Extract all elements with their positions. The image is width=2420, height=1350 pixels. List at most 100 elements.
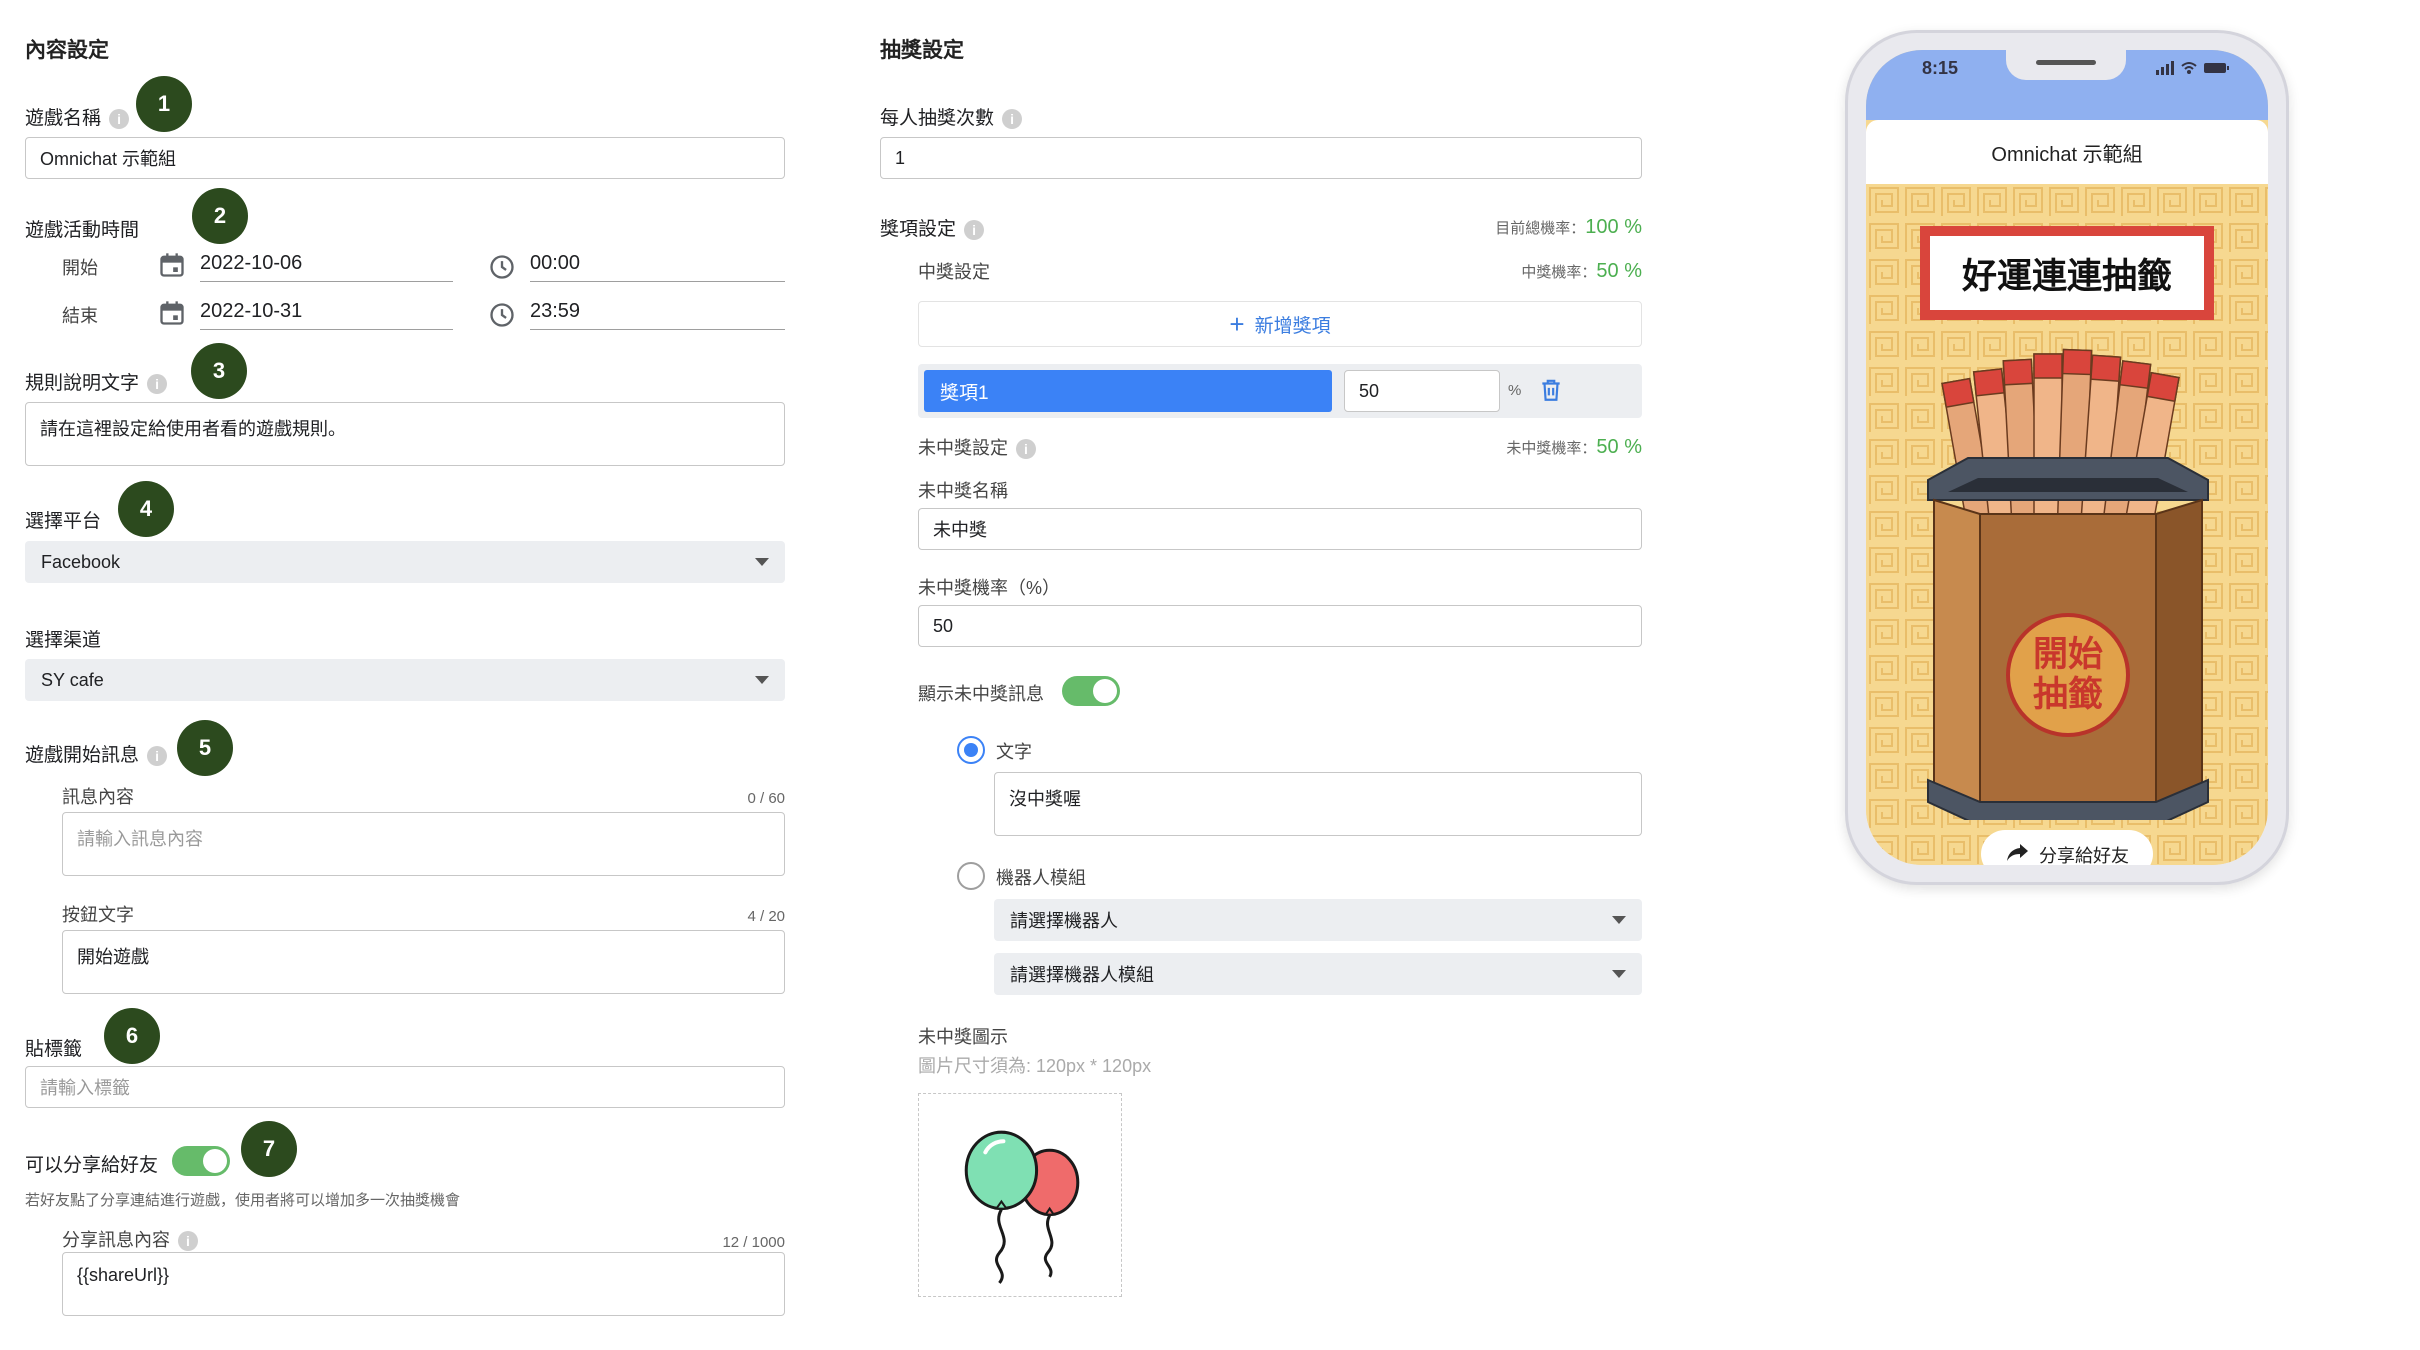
no-prize-rate-label: 未中獎機率： <box>1506 440 1597 457</box>
game-name-label-text: 遊戲名稱 <box>25 108 102 129</box>
total-rate-label: 目前總機率： <box>1495 220 1586 237</box>
start-label: 開始 <box>62 258 98 278</box>
step-badge-1: 1 <box>136 76 192 132</box>
draws-input[interactable]: 1 <box>880 137 1642 179</box>
no-prize-image-label: 未中獎圖示 <box>918 1027 1008 1047</box>
platform-label: 選擇平台 <box>25 511 102 532</box>
bot-module-select[interactable]: 請選擇機器人模組 <box>994 953 1642 995</box>
message-content-label: 訊息內容 <box>62 787 134 807</box>
clock-icon[interactable] <box>488 253 516 281</box>
no-prize-label-text: 未中獎設定 <box>918 438 1008 458</box>
bot-select-placeholder: 請選擇機器人 <box>1010 911 1118 931</box>
status-icons <box>2156 61 2229 75</box>
info-icon[interactable]: i <box>147 373 168 394</box>
channel-select-value: SY cafe <box>41 669 104 690</box>
no-prize-name-label: 未中獎名稱 <box>918 481 1008 501</box>
text-option-radio[interactable] <box>957 736 985 764</box>
status-time: 8:15 <box>1922 58 1959 78</box>
dropdown-arrow-icon <box>755 676 769 684</box>
share-hint: 若好友點了分享連結進行遊戲，使用者將可以增加多一次抽獎機會 <box>25 1192 461 1209</box>
no-prize-label: 未中獎設定 i <box>918 434 1036 460</box>
step-badge-6: 6 <box>104 1008 160 1064</box>
button-text-textarea[interactable]: 開始遊戲 <box>62 930 785 994</box>
trash-icon[interactable] <box>1538 376 1564 404</box>
no-prize-rate: 未中獎機率：50 % <box>1506 436 1642 459</box>
no-prize-rate-field-label: 未中獎機率（%） <box>918 578 1061 598</box>
info-icon[interactable]: i <box>1002 108 1023 129</box>
share-arrow-icon <box>2007 844 2028 861</box>
start-date-input[interactable]: 2022-10-06 <box>200 252 453 282</box>
bot-select[interactable]: 請選擇機器人 <box>994 899 1642 941</box>
dropdown-arrow-icon <box>1612 916 1626 924</box>
end-date-input[interactable]: 2022-10-31 <box>200 300 453 330</box>
add-prize-label: 新增獎項 <box>1254 315 1331 337</box>
end-label: 結束 <box>62 306 98 326</box>
step-badge-2: 2 <box>192 188 248 244</box>
bot-module-select-placeholder: 請選擇機器人模組 <box>1010 965 1154 985</box>
channel-select[interactable]: SY cafe <box>25 659 785 701</box>
info-icon[interactable]: i <box>109 108 130 129</box>
start-time-input[interactable]: 00:00 <box>530 252 785 282</box>
tags-input[interactable]: 請輸入標籤 <box>25 1066 785 1108</box>
lottery-section-title: 抽獎設定 <box>880 39 964 62</box>
add-prize-button[interactable]: + 新增獎項 <box>918 301 1642 347</box>
info-icon[interactable]: i <box>178 1231 198 1252</box>
share-content-textarea[interactable]: {{shareUrl}} <box>62 1252 785 1316</box>
prize-rate-input[interactable]: 50 <box>1344 370 1500 412</box>
share-content-label: 分享訊息內容 i <box>62 1226 198 1252</box>
step-badge-4: 4 <box>118 481 174 537</box>
end-time-input[interactable]: 23:59 <box>530 300 785 330</box>
rules-textarea[interactable]: 請在這裡設定給使用者看的遊戲規則。 <box>25 402 785 466</box>
channel-label: 選擇渠道 <box>25 630 102 651</box>
step-badge-3: 3 <box>191 343 247 399</box>
banner-title: 好運連連抽籤 <box>1930 236 2204 310</box>
calendar-icon[interactable] <box>158 251 186 279</box>
share-content-label-text: 分享訊息內容 <box>62 1230 170 1250</box>
no-prize-rate-value: 50 % <box>1596 436 1642 458</box>
info-icon[interactable]: i <box>147 745 168 766</box>
share-label: 可以分享給好友 <box>25 1155 159 1176</box>
win-rate-label: 中獎機率： <box>1521 264 1597 281</box>
prize-name-input[interactable]: 獎項1 <box>924 370 1332 412</box>
no-prize-text-textarea[interactable]: 沒中獎喔 <box>994 772 1642 836</box>
game-name-input[interactable]: Omnichat 示範組 <box>25 137 785 179</box>
draws-label: 每人抽獎次數 i <box>880 103 1023 130</box>
info-icon[interactable]: i <box>1016 439 1036 460</box>
show-message-label: 顯示未中獎訊息 <box>918 684 1044 704</box>
content-section-title: 內容設定 <box>25 39 109 62</box>
prize-settings-label-text: 獎項設定 <box>880 219 957 240</box>
clock-icon[interactable] <box>488 301 516 329</box>
phone-notch <box>2006 50 2126 80</box>
step-badge-7: 7 <box>241 1121 297 1177</box>
message-content-textarea[interactable]: 請輸入訊息內容 <box>62 812 785 876</box>
bot-option-label: 機器人模組 <box>996 868 1086 888</box>
win-settings-label: 中獎設定 <box>918 262 990 282</box>
no-prize-image-hint: 圖片尺寸須為: 120px * 120px <box>918 1056 1152 1076</box>
info-icon[interactable]: i <box>964 219 985 240</box>
bot-option-radio[interactable] <box>957 862 985 890</box>
calendar-icon[interactable] <box>158 299 186 327</box>
rules-label: 規則說明文字 i <box>25 368 168 395</box>
start-draw-line-1: 開始 <box>2032 635 2103 674</box>
preview-share-button[interactable]: 分享給好友 <box>1981 830 2153 865</box>
start-draw-line-2: 抽籤 <box>2032 675 2103 714</box>
share-toggle[interactable] <box>172 1146 230 1176</box>
show-message-toggle[interactable] <box>1062 676 1120 706</box>
dropdown-arrow-icon <box>1612 970 1626 978</box>
dropdown-arrow-icon <box>755 558 769 566</box>
platform-select-value: Facebook <box>41 551 121 572</box>
button-text-label: 按鈕文字 <box>62 905 134 925</box>
no-prize-name-input[interactable]: 未中獎 <box>918 508 1642 550</box>
rules-label-text: 規則說明文字 <box>25 373 140 394</box>
start-draw-button[interactable]: 開始 抽籤 <box>2008 635 2128 715</box>
button-text-counter: 4 / 20 <box>747 908 785 925</box>
phone-screen: 8:15 Omnichat 示範組 好運連連抽籤 開始 抽籤 分享給好友 <box>1866 50 2268 865</box>
no-prize-image-upload[interactable] <box>918 1093 1122 1297</box>
no-prize-rate-input[interactable]: 50 <box>918 605 1642 647</box>
step-badge-5: 5 <box>177 720 233 776</box>
message-counter: 0 / 60 <box>747 790 785 807</box>
preview-share-label: 分享給好友 <box>2039 846 2129 865</box>
start-message-label-text: 遊戲開始訊息 <box>25 745 140 766</box>
draws-label-text: 每人抽獎次數 <box>880 108 995 129</box>
platform-select[interactable]: Facebook <box>25 541 785 583</box>
